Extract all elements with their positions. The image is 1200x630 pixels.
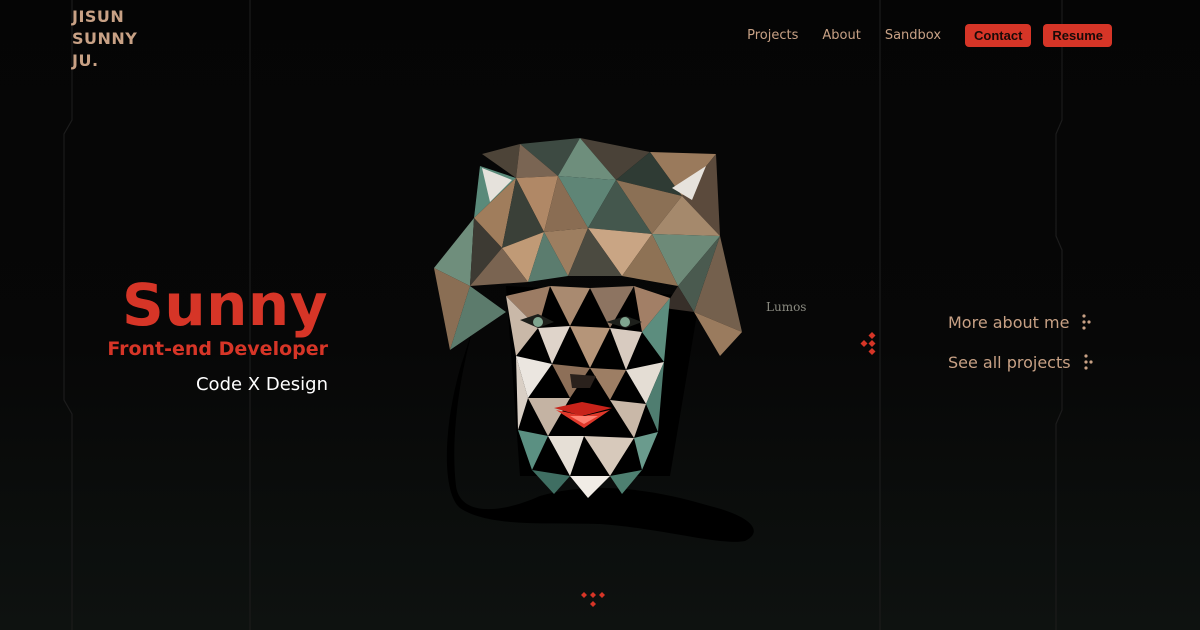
main-nav: Projects About Sandbox Contact Resume — [723, 24, 1112, 47]
see-all-projects-label: See all projects — [948, 352, 1071, 372]
resume-button[interactable]: Resume — [1043, 24, 1112, 47]
contact-button[interactable]: Contact — [965, 24, 1032, 47]
nav-link-sandbox[interactable]: Sandbox — [885, 28, 941, 43]
logo-line-2: SUNNY — [72, 29, 138, 48]
lowpoly-portrait-illustration — [434, 138, 754, 542]
side-links: More about me See all projects — [948, 310, 1093, 390]
portrait-caption: Lumos — [766, 300, 807, 314]
hero-role: Front-end Developer — [107, 338, 328, 360]
logo-line-3: JU. — [72, 51, 99, 70]
hero-intro: Sunny Front-end Developer Code X Design — [107, 272, 328, 398]
site-logo[interactable]: JISUN SUNNY JU. — [72, 6, 137, 72]
nav-link-about[interactable]: About — [822, 28, 860, 43]
hero-tagline: Code X Design — [195, 374, 328, 395]
dots-menu-icon — [1082, 314, 1092, 330]
see-all-projects-link[interactable]: See all projects — [948, 350, 1093, 374]
diamond-cluster-icon — [860, 332, 876, 355]
more-about-me-label: More about me — [948, 312, 1070, 332]
logo-line-1: JISUN — [72, 7, 125, 26]
dots-menu-icon — [1083, 354, 1093, 370]
scroll-down-icon[interactable] — [578, 590, 608, 612]
more-about-me-link[interactable]: More about me — [948, 310, 1093, 334]
nav-link-projects[interactable]: Projects — [747, 28, 798, 43]
hero-name: Sunny — [122, 271, 328, 339]
